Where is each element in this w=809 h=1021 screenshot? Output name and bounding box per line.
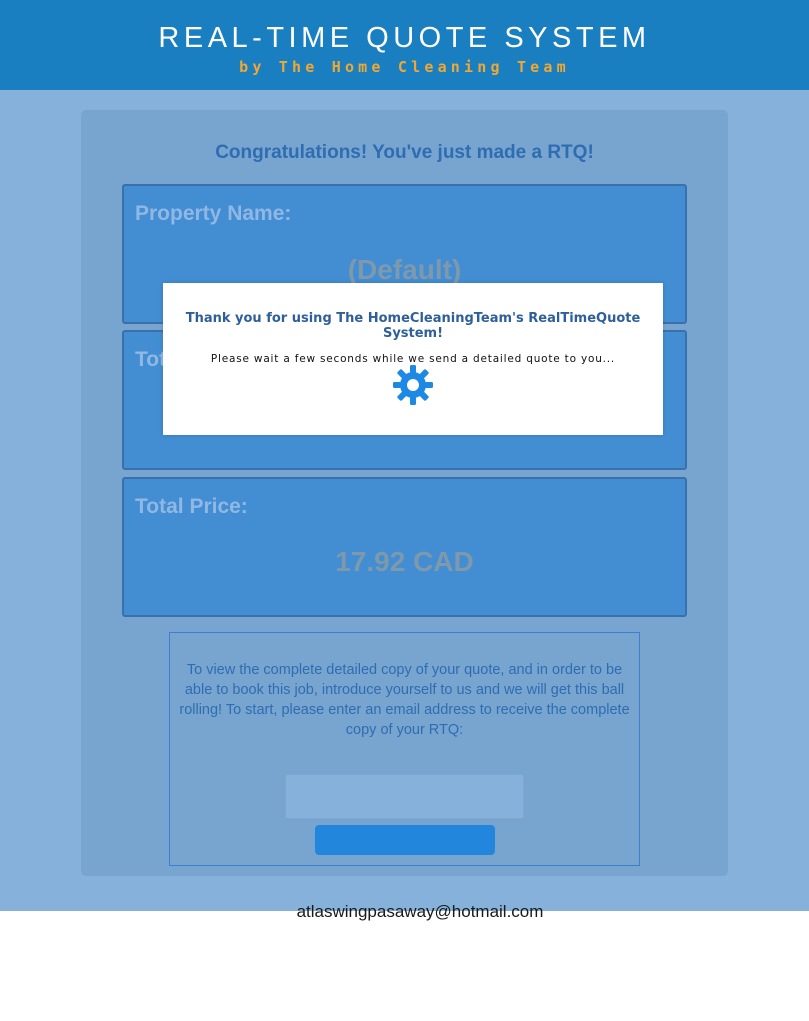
email-instructions: To view the complete detailed copy of yo… (179, 662, 630, 738)
app-subtitle: by The Home Cleaning Team (239, 58, 570, 76)
property-name-value: (Default) (347, 254, 462, 285)
total-price-value: 17.92 CAD (335, 546, 474, 577)
total-label: Tot (135, 348, 167, 371)
email-panel: To view the complete detailed copy of yo… (169, 632, 640, 866)
email-echo: atlaswingpasaway@hotmail.com (296, 902, 544, 921)
page-header: REAL-TIME QUOTE SYSTEM by The Home Clean… (0, 0, 809, 90)
sending-modal: Thank you for using The HomeCleaningTeam… (163, 283, 663, 435)
app-title: REAL-TIME QUOTE SYSTEM (158, 22, 651, 54)
submit-button[interactable] (315, 825, 495, 855)
total-price-box: Total Price: 17.92 CAD (122, 477, 687, 617)
email-input[interactable] (285, 774, 524, 819)
congrats-heading: Congratulations! You've just made a RTQ! (215, 142, 594, 163)
gear-spinner-icon (393, 365, 433, 405)
modal-title: Thank you for using The HomeCleaningTeam… (185, 311, 641, 341)
property-name-label: Property Name: (135, 202, 292, 225)
total-price-label: Total Price: (135, 495, 248, 518)
